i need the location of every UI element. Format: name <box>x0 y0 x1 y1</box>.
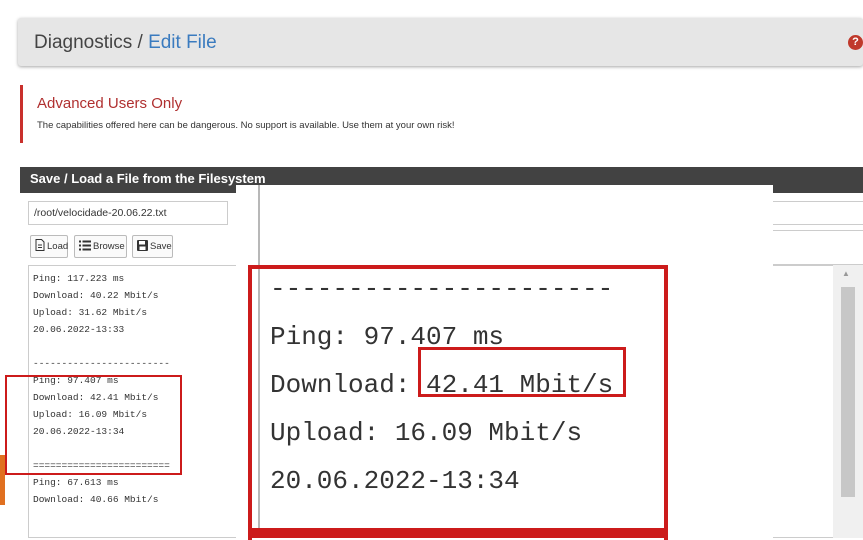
load-button-label: Load <box>47 241 69 252</box>
browse-button[interactable]: Browse <box>74 235 127 258</box>
breadcrumb-parent: Diagnostics <box>34 32 133 53</box>
breadcrumb-current-link[interactable]: Edit File <box>148 32 217 53</box>
scrollbar-thumb[interactable] <box>841 287 855 497</box>
download-highlight-box <box>418 347 626 397</box>
alert-body: The capabilities offered here can be dan… <box>37 120 455 131</box>
load-button[interactable]: Load <box>30 235 68 258</box>
save-button[interactable]: Save <box>132 235 173 258</box>
advanced-users-alert: Advanced Users Only The capabilities off… <box>20 85 863 143</box>
zoom-overlay: ---------------------- Ping: 97.407 ms D… <box>236 185 773 540</box>
side-tab <box>0 455 5 505</box>
breadcrumb-separator: / <box>137 32 143 53</box>
path-input-extension <box>772 201 863 225</box>
breadcrumb-bar: Diagnostics / Edit File ? <box>18 18 863 66</box>
list-icon <box>79 240 91 254</box>
save-button-label: Save <box>150 241 172 252</box>
floppy-disk-icon <box>137 239 148 254</box>
question-circle-icon[interactable]: ? <box>848 35 863 50</box>
editor-scrollbar[interactable]: ▲ <box>833 265 863 538</box>
browse-button-label: Browse <box>93 241 125 252</box>
highlight-box <box>5 375 182 475</box>
alert-title: Advanced Users Only <box>37 95 183 112</box>
file-icon <box>35 239 45 254</box>
file-path-input[interactable] <box>28 201 228 225</box>
panel-title: Save / Load a File from the Filesystem <box>30 171 266 186</box>
right-field <box>773 230 863 265</box>
scroll-up-arrow-icon[interactable]: ▲ <box>842 269 850 278</box>
zoom-highlight-bottom <box>248 528 668 538</box>
breadcrumb: Diagnostics / Edit File <box>34 32 217 54</box>
